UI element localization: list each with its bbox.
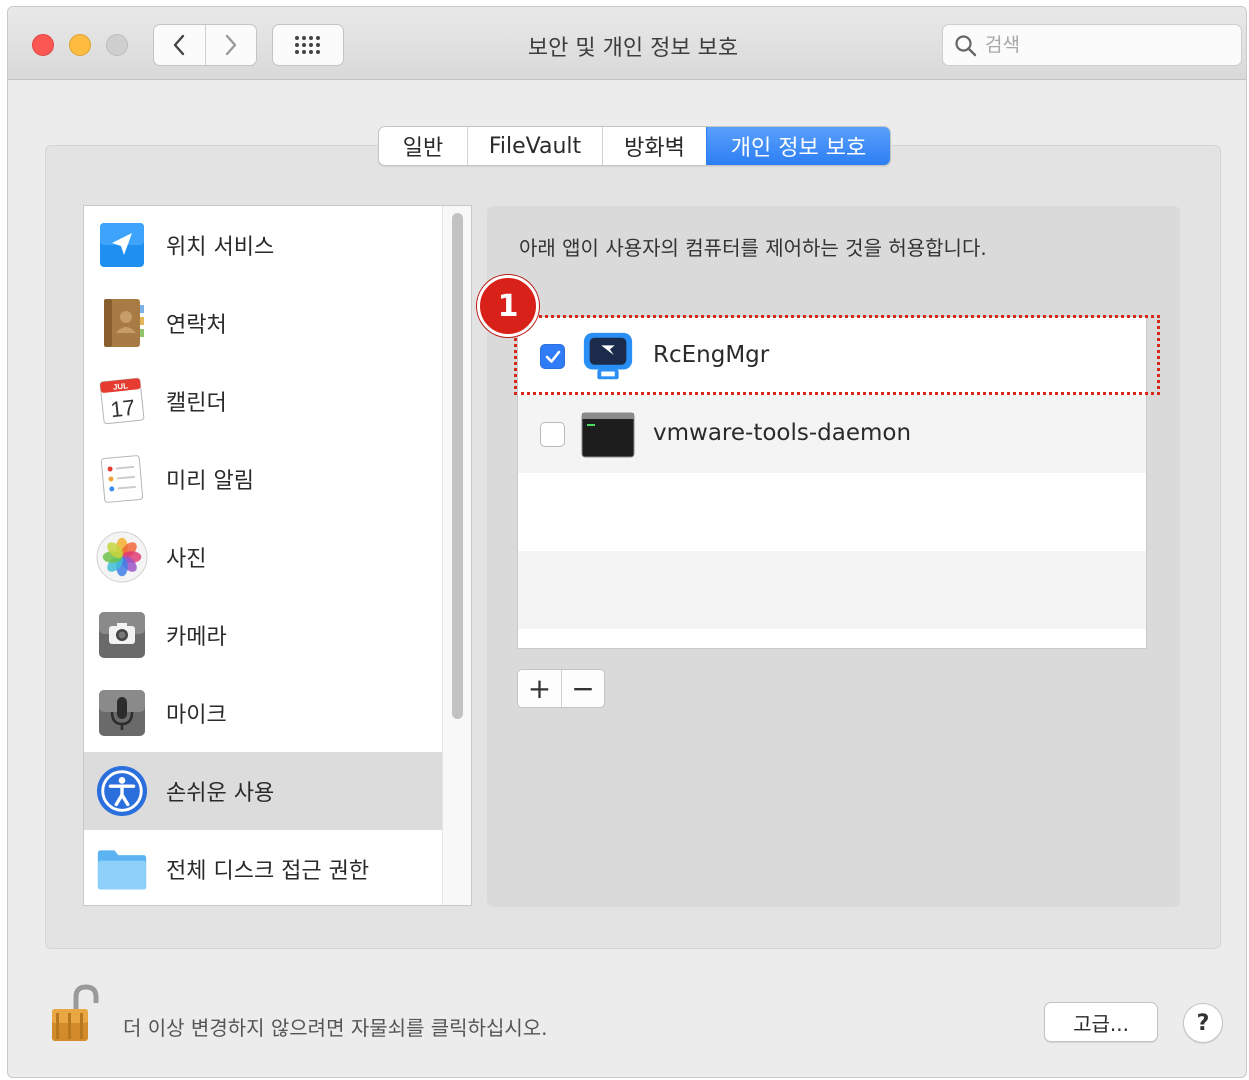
app-row-vmware-tools-daemon[interactable]: vmware-tools-daemon — [518, 395, 1146, 473]
preferences-window: 보안 및 개인 정보 보호 일반 FileVault 방화벽 개인 정보 보호 … — [7, 6, 1247, 1078]
photos-icon — [96, 531, 148, 583]
category-reminders[interactable]: 미리 알림 — [84, 440, 442, 518]
lock-hint-text: 더 이상 변경하지 않으려면 자물쇠를 클릭하십시오. — [123, 1016, 548, 1040]
svg-text:JUL: JUL — [112, 381, 128, 392]
empty-row — [518, 473, 1146, 551]
calendar-icon: JUL 17 — [96, 375, 148, 427]
scrollbar-thumb[interactable] — [452, 213, 463, 719]
app-checkbox-unchecked[interactable] — [540, 422, 565, 447]
zoom-window-button — [106, 34, 128, 56]
category-accessibility[interactable]: 손쉬운 사용 — [84, 752, 442, 830]
privacy-category-list[interactable]: 위치 서비스 연락처 JUL 17 캘린더 미리 알림 사진 카메라 마이크 손… — [83, 205, 472, 906]
help-button[interactable]: ? — [1183, 1003, 1223, 1043]
svg-text:17: 17 — [109, 395, 136, 422]
privacy-detail-pane: 아래 앱이 사용자의 컴퓨터를 제어하는 것을 허용합니다. RcEngMgr … — [487, 206, 1180, 907]
location-arrow-icon — [96, 219, 148, 271]
add-remove-buttons: + − — [517, 669, 605, 708]
window-title: 보안 및 개인 정보 보호 — [527, 36, 739, 61]
accessibility-icon — [96, 765, 148, 817]
advanced-button[interactable]: 고급... — [1044, 1002, 1158, 1042]
search-input[interactable] — [985, 31, 1225, 59]
category-label: 위치 서비스 — [166, 235, 275, 260]
app-name: vmware-tools-daemon — [653, 420, 912, 446]
close-window-button[interactable] — [32, 34, 54, 56]
annotation-step-badge: 1 — [477, 275, 539, 337]
tab-general[interactable]: 일반 — [379, 127, 467, 165]
category-label: 전체 디스크 접근 권한 — [166, 859, 370, 884]
camera-icon — [96, 609, 148, 661]
empty-row — [518, 551, 1146, 629]
category-label: 사진 — [166, 547, 207, 572]
tab-privacy[interactable]: 개인 정보 보호 — [706, 127, 890, 165]
remove-app-button[interactable]: − — [561, 670, 604, 707]
forward-button[interactable] — [204, 25, 256, 65]
padlock-icon[interactable] — [45, 983, 107, 1045]
microphone-icon — [96, 687, 148, 739]
folder-icon — [96, 843, 148, 895]
category-label: 카메라 — [166, 625, 227, 650]
category-photos[interactable]: 사진 — [84, 518, 442, 596]
minimize-window-button[interactable] — [69, 34, 91, 56]
category-label: 미리 알림 — [166, 469, 254, 494]
category-contacts[interactable]: 연락처 — [84, 284, 442, 362]
category-microphone[interactable]: 마이크 — [84, 674, 442, 752]
category-label: 손쉬운 사용 — [166, 781, 275, 806]
category-scrollbar[interactable] — [442, 206, 471, 905]
tab-filevault[interactable]: FileVault — [467, 127, 602, 165]
nav-buttons — [153, 24, 257, 66]
category-location-services[interactable]: 위치 서비스 — [84, 206, 442, 284]
category-calendar[interactable]: JUL 17 캘린더 — [84, 362, 442, 440]
back-button[interactable] — [154, 25, 205, 65]
contacts-book-icon — [96, 297, 148, 349]
terminal-app-icon — [580, 407, 636, 463]
permission-description: 아래 앱이 사용자의 컴퓨터를 제어하는 것을 허용합니다. — [519, 236, 987, 260]
add-app-button[interactable]: + — [518, 670, 561, 707]
title-bar: 보안 및 개인 정보 보호 — [8, 7, 1246, 80]
category-full-disk-access[interactable]: 전체 디스크 접근 권한 — [84, 830, 442, 905]
grid-icon — [295, 36, 320, 54]
category-label: 캘린더 — [166, 391, 227, 416]
category-label: 마이크 — [166, 703, 227, 728]
search-field[interactable] — [942, 24, 1242, 66]
category-camera[interactable]: 카메라 — [84, 596, 442, 674]
tab-firewall[interactable]: 방화벽 — [602, 127, 706, 165]
reminders-icon — [96, 453, 148, 505]
chevron-right-icon — [225, 34, 237, 56]
chevron-left-icon — [174, 34, 185, 56]
show-all-button[interactable] — [272, 24, 344, 66]
search-icon — [955, 35, 977, 57]
tab-bar: 일반 FileVault 방화벽 개인 정보 보호 — [378, 126, 891, 166]
annotation-highlight-box — [514, 315, 1160, 395]
category-label: 연락처 — [166, 313, 227, 338]
